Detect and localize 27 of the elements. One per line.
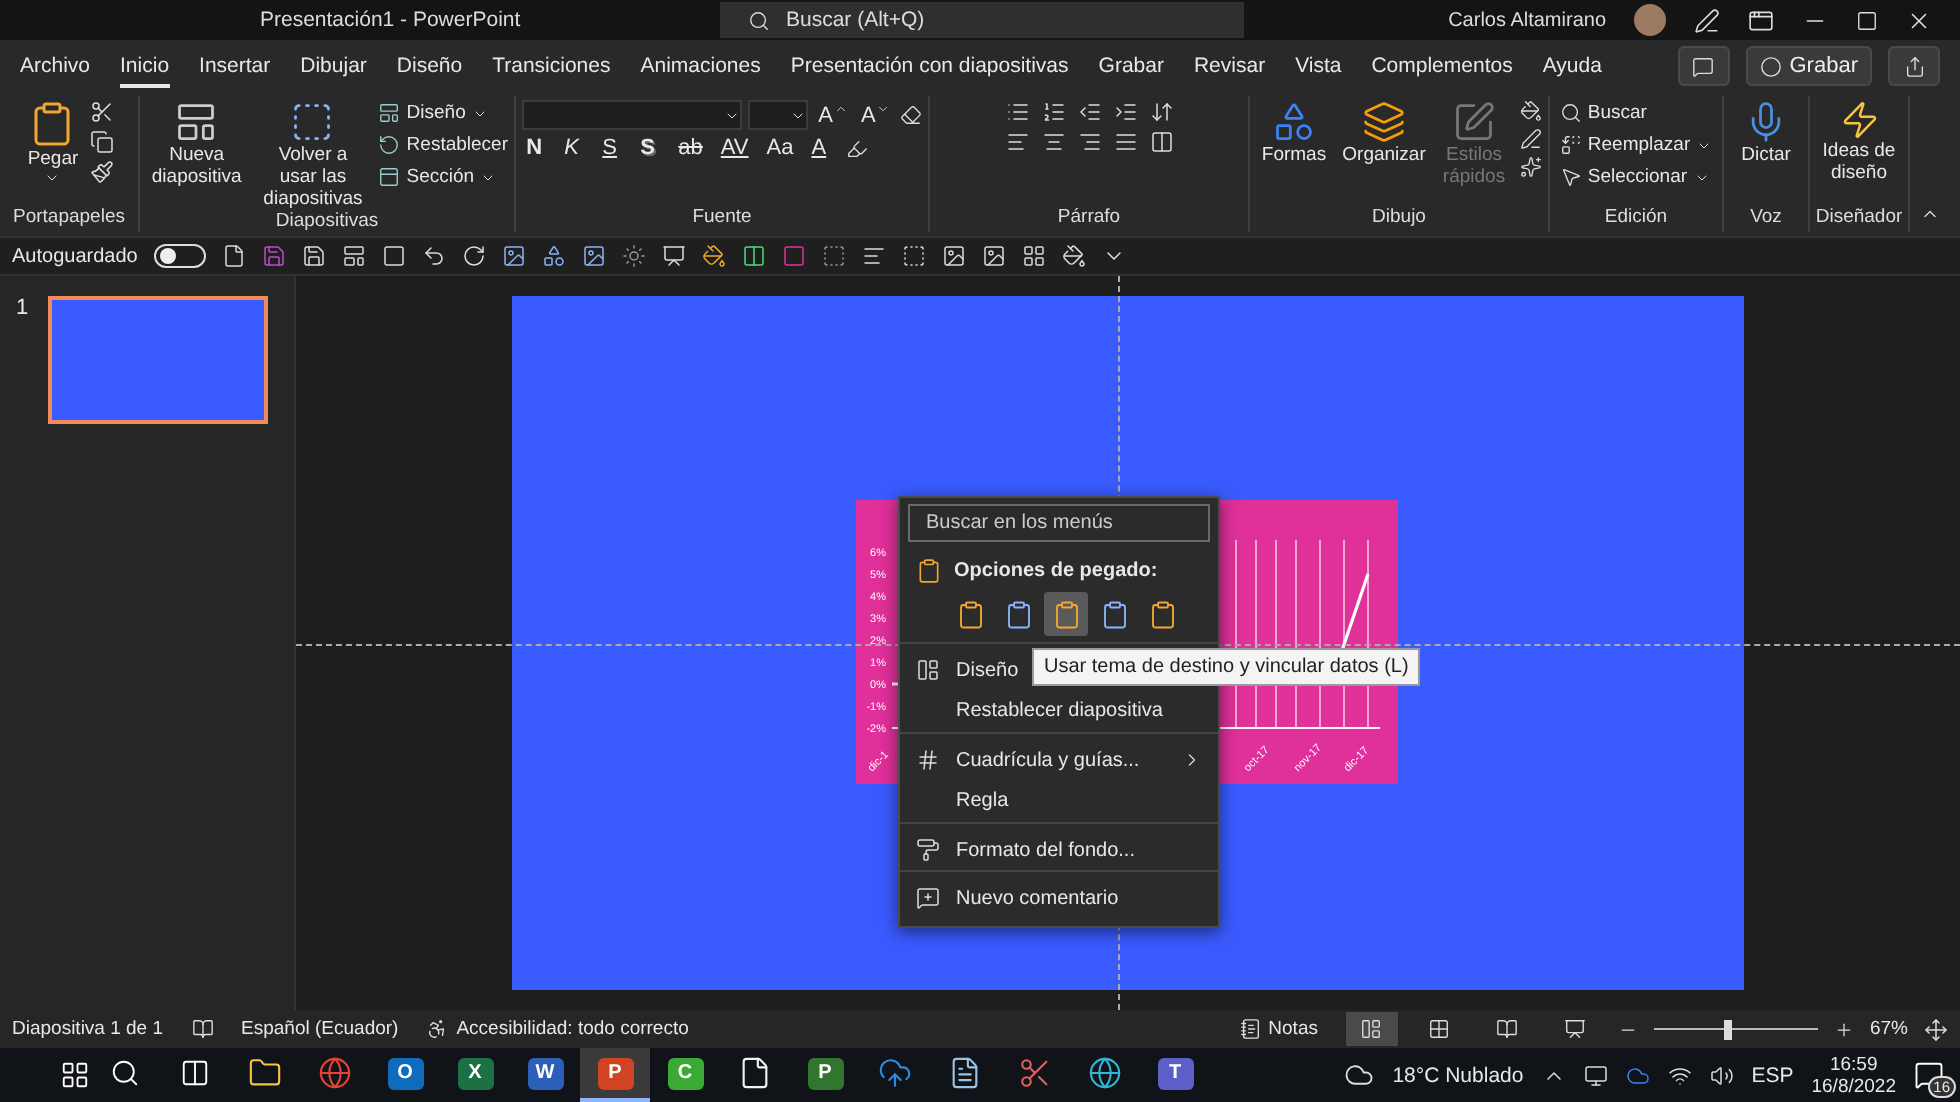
weather-text: 18°C Nublado	[1392, 1063, 1524, 1087]
app-tile-icon: X	[457, 1057, 493, 1089]
group-label: Párrafo	[1057, 206, 1121, 232]
group-label: Diseñador	[1815, 206, 1903, 232]
app-tile-icon: T	[1157, 1057, 1193, 1089]
group-label: Fuente	[692, 206, 752, 232]
tooltip: Usar tema de destino y vincular datos (L)	[1032, 648, 1421, 686]
app-tile-icon: P	[597, 1057, 633, 1089]
group-label: Diapositivas	[275, 210, 379, 236]
slide-info: Diapositiva 1 de 1	[12, 1018, 164, 1040]
group-label: Dibujo	[1372, 206, 1426, 232]
window-title: Presentación1 - PowerPoint	[260, 8, 523, 32]
slide-number: 1	[16, 296, 29, 324]
app-tile-icon: W	[527, 1057, 563, 1089]
search-placeholder: Buscar (Alt+Q)	[786, 8, 925, 32]
app-tile-icon: O	[387, 1057, 423, 1089]
menu-heading: Opciones de pegado:	[954, 560, 1158, 582]
user-name: Carlos Altamirano	[1448, 9, 1606, 31]
group-label: Voz	[1750, 206, 1782, 232]
group-label: Portapapeles	[13, 206, 125, 232]
app-tile-icon: P	[807, 1057, 843, 1089]
app-tile-icon: C	[667, 1057, 703, 1089]
autosave-label: Autoguardado	[12, 245, 138, 267]
date: 16/8/2022	[1811, 1075, 1896, 1097]
time: 16:59	[1829, 1053, 1878, 1075]
search-placeholder: Buscar en los menús	[926, 512, 1113, 534]
group-label: Edición	[1604, 206, 1668, 232]
